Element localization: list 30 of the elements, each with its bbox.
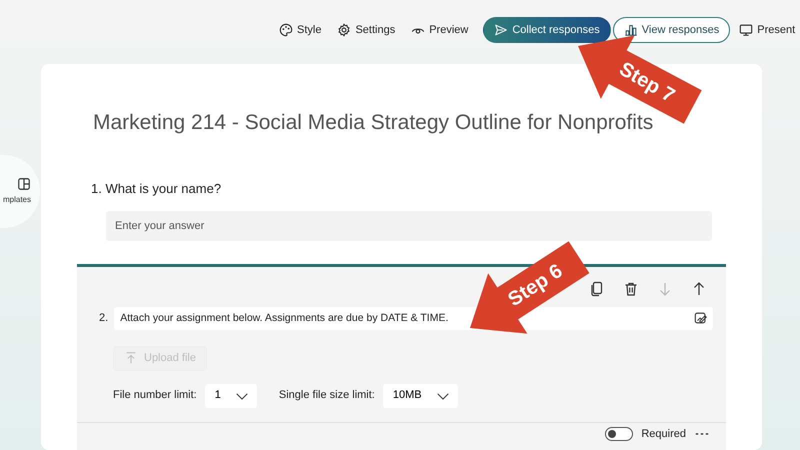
send-icon — [494, 23, 508, 37]
upload-icon — [124, 351, 138, 366]
limit-dropdown[interactable]: 1 — [204, 384, 257, 408]
toolbar-button[interactable]: Present — [732, 17, 800, 43]
limit-dropdown[interactable]: 10MB — [382, 384, 458, 408]
toolbar-button[interactable]: Preview — [404, 17, 476, 43]
answer-field[interactable]: Enter your answer — [106, 210, 712, 241]
required-label: Required — [641, 426, 686, 442]
layout-icon — [17, 177, 31, 191]
image-edit-icon[interactable] — [694, 310, 708, 325]
limit-label: File number limit: — [113, 388, 197, 404]
required-toggle[interactable] — [605, 426, 634, 441]
question-field[interactable]: Attach your assignment below. Assignments are due by DATE & TIME. — [114, 306, 714, 330]
toolbar-button[interactable]: View responses — [612, 17, 730, 43]
limit-label: Single file size limit: — [278, 388, 375, 404]
question-text: 1. What is your name? — [91, 180, 222, 198]
question-number: 2. — [99, 310, 108, 326]
trash-icon[interactable] — [623, 280, 639, 297]
settings-button[interactable]: Settings — [330, 17, 402, 43]
palette-icon — [279, 23, 293, 37]
sidebar-label: mplates — [2, 194, 31, 206]
templates-panel[interactable]: mplates — [0, 155, 40, 228]
monitor-icon — [739, 23, 754, 37]
step-label: Step 7 — [615, 58, 678, 108]
collect-button[interactable]: Collect responses — [483, 17, 611, 43]
form-title: Marketing 214 - Social Media Strategy Outline for Nonprofits — [93, 110, 654, 136]
copy-icon[interactable] — [589, 280, 605, 297]
bar-chart-icon — [624, 23, 638, 37]
settings-icon — [337, 23, 352, 37]
toolbar-button[interactable]: Style — [272, 17, 328, 43]
